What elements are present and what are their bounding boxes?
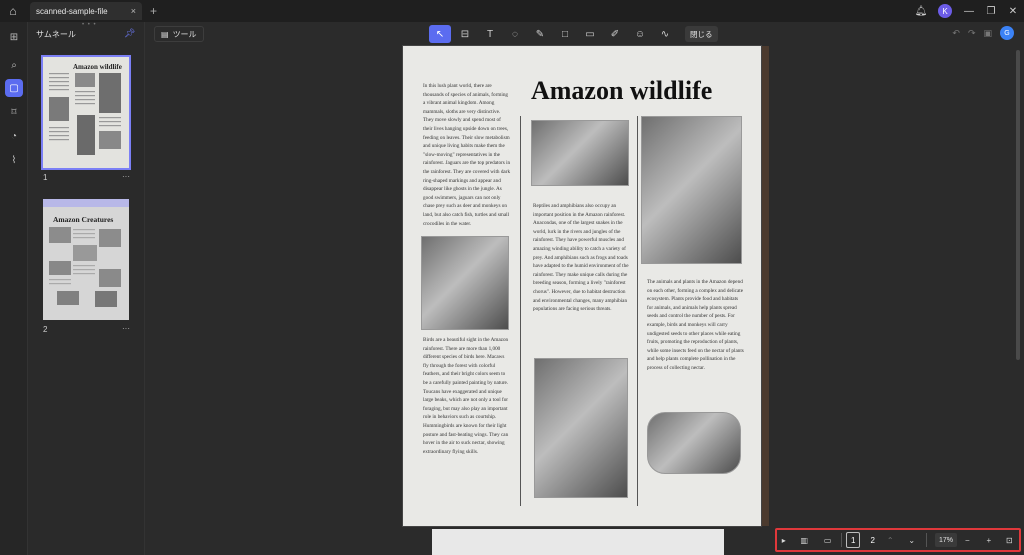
- notification-icon[interactable]: 🔔︎: [910, 0, 932, 22]
- shape-tool-icon[interactable]: □: [554, 25, 576, 43]
- minimize-icon[interactable]: —: [958, 0, 980, 22]
- zoom-out-button[interactable]: −: [957, 531, 978, 549]
- tools-icon: ▤: [161, 29, 169, 39]
- thumbnail-page-1-preview: Amazon wildlife: [43, 57, 129, 168]
- left-icon-rail: ⊞ ⌕ ▢ ⌑ ◔ ⌇ ◱: [0, 22, 28, 555]
- sticker-icon[interactable]: ☺: [629, 25, 651, 43]
- window-controls: 🔔︎ K — ❐ ✕: [910, 0, 1024, 22]
- presentation-icon[interactable]: ▭: [818, 531, 837, 549]
- thumbnail-1-number: 1: [43, 173, 48, 182]
- nav-separator: [841, 533, 843, 547]
- pencil-icon[interactable]: ✐: [604, 25, 626, 43]
- column-divider-right: [637, 116, 638, 506]
- page-edge-shadow: [761, 46, 769, 526]
- thumbnail-1-more-icon[interactable]: ···: [122, 172, 130, 181]
- vertical-scrollbar[interactable]: [1016, 50, 1020, 360]
- zoom-level[interactable]: 17%: [935, 533, 957, 547]
- frog-photo: [641, 116, 742, 264]
- select-cursor-icon[interactable]: ↖: [429, 25, 451, 43]
- fit-page-icon[interactable]: ⊡: [1000, 531, 1019, 549]
- bookmark-icon[interactable]: ⌑: [5, 103, 23, 121]
- highlighter-icon[interactable]: ✎: [529, 25, 551, 43]
- undo-icon[interactable]: ↶: [952, 28, 960, 39]
- document-tab[interactable]: scanned-sample-file ×: [30, 2, 142, 20]
- ai-assistant-icon[interactable]: G: [1000, 26, 1014, 40]
- document-page-2-top[interactable]: [432, 529, 724, 555]
- drag-handle-icon[interactable]: • • •: [82, 22, 97, 28]
- owl-photo: [531, 120, 629, 186]
- comment-icon[interactable]: ◔: [5, 127, 23, 145]
- column-divider-left: [520, 116, 521, 506]
- grid-apps-icon[interactable]: ⊞: [5, 28, 23, 46]
- close-window-icon[interactable]: ✕: [1002, 0, 1024, 22]
- page-title: Amazon wildlife: [531, 76, 713, 105]
- document-tab-label: scanned-sample-file: [36, 6, 108, 16]
- nav-separator-2: [926, 533, 928, 547]
- tools-button-label: ツール: [172, 29, 197, 39]
- thumbnail-panel-header: • • • サムネール 📌︎: [28, 22, 144, 46]
- main-toolbar: ▤ ツール ↖ ⊟ T ◌ ✎ □ ▭ ✐ ☺ ∿ 閉じる ↶ ↷ ▣ G: [146, 22, 1024, 46]
- text-box-icon[interactable]: ⊟: [454, 25, 476, 43]
- stamp-tool-icon[interactable]: ▭: [579, 25, 601, 43]
- document-page-1[interactable]: Amazon wildlife In this lush plant world…: [403, 46, 761, 526]
- comment-tool-icon[interactable]: ◌: [504, 25, 526, 43]
- text-tool-icon[interactable]: T: [479, 25, 501, 43]
- pin-icon[interactable]: 📌︎: [124, 28, 135, 38]
- next-page-icon[interactable]: ⌄: [901, 531, 922, 549]
- home-icon[interactable]: ⌂: [0, 0, 26, 22]
- tools-button[interactable]: ▤ ツール: [154, 26, 204, 42]
- toolbar-right-actions: ↶ ↷ ▣ G: [952, 26, 1014, 40]
- thumbnail-page-2-preview: Amazon Creatures: [43, 199, 129, 320]
- redo-icon[interactable]: ↷: [968, 28, 976, 39]
- giraffe-photo: [534, 358, 628, 498]
- thumbnail-1-title: Amazon wildlife: [73, 63, 122, 71]
- user-avatar[interactable]: K: [938, 4, 952, 18]
- thumbnail-2-title: Amazon Creatures: [53, 215, 113, 224]
- left-column-text-top: In this lush plant world, there are thou…: [423, 83, 511, 227]
- left-column-text-bottom: Birds are a beautiful sight in the Amazo…: [423, 337, 509, 455]
- middle-column-text: Reptiles and amphibians also occupy an i…: [533, 203, 629, 313]
- flamingo-photo: [421, 236, 509, 330]
- annotation-tools: ↖ ⊟ T ◌ ✎ □ ▭ ✐ ☺ ∿ 閉じる: [429, 25, 718, 43]
- thumbnail-panel: • • • サムネール 📌︎ Amazon wildlife 1 ··· Ama…: [28, 22, 145, 555]
- thumbnail-page-2[interactable]: Amazon Creatures: [43, 199, 129, 320]
- previous-page-icon[interactable]: ⌃: [880, 531, 901, 549]
- search-icon[interactable]: ⌕: [5, 56, 23, 74]
- zoom-in-button[interactable]: +: [978, 531, 999, 549]
- title-bar: ⌂ scanned-sample-file × + 🔔︎ K — ❐ ✕: [0, 0, 1024, 22]
- thumbnail-2-more-icon[interactable]: ···: [122, 324, 130, 333]
- page-2-indicator[interactable]: 2: [866, 532, 880, 548]
- snowy-owl-photo: [647, 412, 741, 474]
- thumbnail-2-number: 2: [43, 325, 48, 334]
- play-slideshow-icon[interactable]: ▸: [777, 531, 791, 549]
- page-1-indicator[interactable]: 1: [846, 532, 861, 548]
- thumbnail-pages-icon[interactable]: ▢: [5, 79, 23, 97]
- thumbnail-page-1[interactable]: Amazon wildlife: [41, 55, 131, 170]
- attachment-icon[interactable]: ⌇: [5, 151, 23, 169]
- page-layout-icon[interactable]: ▥: [791, 531, 818, 549]
- restore-icon[interactable]: ❐: [980, 0, 1002, 22]
- thumbnail-panel-title: サムネール: [36, 29, 76, 39]
- right-column-text: The animals and plants in the Amazon dep…: [647, 279, 744, 371]
- save-icon[interactable]: ▣: [983, 28, 992, 39]
- app-window: ⌂ scanned-sample-file × + 🔔︎ K — ❐ ✕ ⊞ ⌕…: [0, 0, 1024, 555]
- document-canvas[interactable]: Amazon wildlife In this lush plant world…: [146, 46, 1024, 555]
- signature-icon[interactable]: ∿: [654, 25, 676, 43]
- page-navigation-bar: ▸ ▥ ▭ 1 2 ⌃ ⌄ 17% − + ⊡: [775, 528, 1021, 552]
- add-tab-button[interactable]: +: [150, 4, 157, 18]
- tab-close-icon[interactable]: ×: [131, 6, 136, 16]
- close-button[interactable]: 閉じる: [685, 26, 718, 42]
